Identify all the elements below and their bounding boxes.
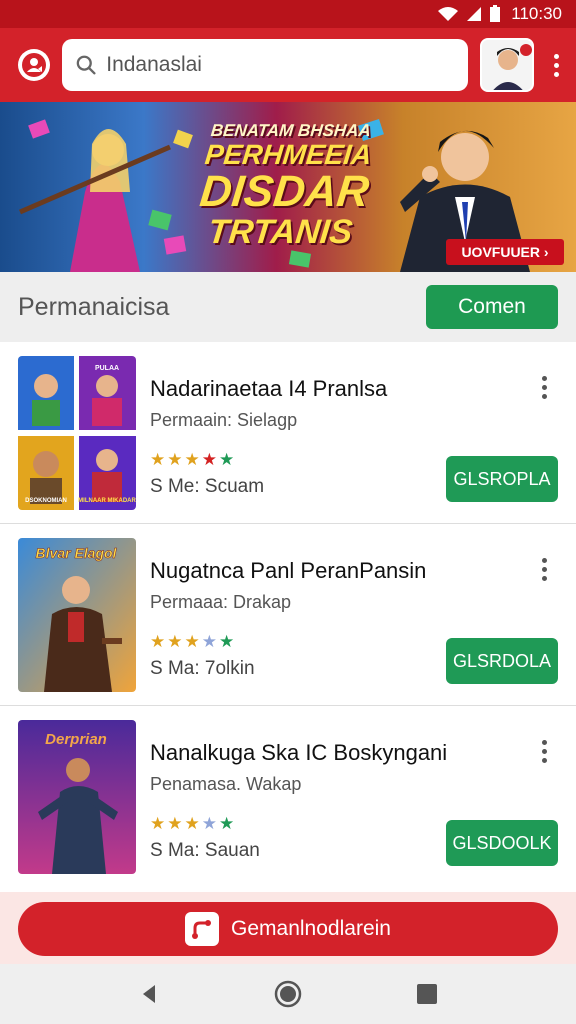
banner-line4: TRTANIS	[206, 213, 355, 252]
home-icon[interactable]	[268, 974, 308, 1014]
status-bar: 110:30	[0, 0, 576, 28]
thumb-label: DSOKNOMIAN	[25, 498, 67, 504]
system-nav-bar	[0, 964, 576, 1024]
bottom-cta-button[interactable]: Gemanlnodlarein	[18, 902, 558, 956]
wifi-icon	[438, 7, 459, 21]
item-meta: S Me: Scuam	[150, 476, 265, 497]
battery-icon	[490, 5, 501, 22]
item-action-button[interactable]: GLSDOOLK	[446, 820, 558, 866]
status-icons	[437, 5, 501, 23]
search-input[interactable]	[106, 53, 454, 77]
more-vert-icon[interactable]	[546, 45, 566, 85]
item-more-icon[interactable]	[536, 554, 552, 584]
star-icon: ★	[219, 450, 235, 469]
thumb-label: PULAA	[95, 365, 119, 372]
search-icon	[76, 55, 96, 75]
star-icon: ★	[184, 450, 200, 469]
search-bar[interactable]	[62, 39, 468, 91]
star-icon: ★	[150, 632, 166, 651]
rating-stars: ★ ★ ★ ★ ★	[150, 450, 234, 470]
item-more-icon[interactable]	[536, 736, 552, 766]
app-bar	[0, 28, 576, 102]
game-thumbnail: Derprian	[18, 720, 136, 874]
list-item[interactable]: Derprian Nanalkuga Ska IC Boskyngani Pen…	[0, 706, 576, 888]
banner-line1: BENATAM BHSHAA	[209, 121, 372, 140]
game-thumbnail: Blvar Elagol	[18, 538, 136, 692]
item-title: Nugatnca Panl PeranPansin	[150, 558, 427, 583]
item-action-button[interactable]: GLSRDOLA	[446, 638, 558, 684]
star-icon: ★	[184, 814, 200, 833]
thumb-label: Blvar Elagol	[36, 545, 118, 561]
signal-icon	[467, 7, 482, 21]
game-thumbnail-collage: PULAA DSOKNOMIAN MILNAAR MIKADAR	[18, 356, 136, 510]
banner-cta-button[interactable]: UOVFUUER ›	[446, 239, 564, 265]
item-subtitle: Penamasa. Wakap	[150, 774, 302, 794]
item-meta: S Ma: Sauan	[150, 840, 260, 861]
bottom-cta-strip: Gemanlnodlarein	[0, 892, 576, 964]
item-action-button[interactable]: GLSROPLA	[446, 456, 558, 502]
star-icon: ★	[150, 450, 166, 469]
recents-icon[interactable]	[407, 974, 447, 1014]
star-icon: ★	[201, 632, 217, 651]
rating-stars: ★ ★ ★ ★ ★	[150, 814, 234, 834]
star-icon: ★	[219, 814, 235, 833]
back-icon[interactable]	[129, 974, 169, 1014]
section-title: Permanaicisa	[18, 292, 170, 321]
star-icon: ★	[150, 814, 166, 833]
rating-stars: ★ ★ ★ ★ ★	[150, 632, 234, 652]
star-icon: ★	[219, 632, 235, 651]
comen-button[interactable]: Comen	[426, 285, 558, 329]
list-item[interactable]: PULAA DSOKNOMIAN MILNAAR MIKADAR Nadarin…	[0, 342, 576, 524]
star-icon: ★	[167, 632, 183, 651]
star-icon: ★	[201, 814, 217, 833]
banner-line2: PERHMEEIA	[203, 138, 374, 170]
banner-title: BENATAM BHSHAA PERHMEEIA DISDAR TRTANIS	[178, 121, 392, 252]
item-title: Nanalkuga Ska IC Boskyngani	[150, 740, 448, 765]
route-icon	[185, 912, 220, 946]
section-header: Permanaicisa Comen	[0, 272, 576, 342]
item-meta: S Ma: 7olkin	[150, 658, 255, 679]
item-subtitle: Permaain: Sielagp	[150, 410, 298, 430]
star-icon: ★	[167, 814, 183, 833]
item-title: Nadarinaetaa I4 Pranlsa	[150, 376, 388, 401]
banner-line3: DISDAR	[197, 167, 372, 217]
thumb-label: Derprian	[45, 731, 107, 748]
bottom-cta-label: Gemanlnodlarein	[231, 917, 391, 940]
item-subtitle: Permaaa: Drakap	[150, 592, 292, 612]
status-time: 110:30	[511, 4, 562, 23]
item-more-icon[interactable]	[536, 372, 552, 402]
star-icon: ★	[201, 450, 217, 469]
list-item[interactable]: Blvar Elagol Nugatnca Panl PeranPansin P…	[0, 524, 576, 706]
user-location-icon[interactable]	[18, 49, 50, 81]
game-list: PULAA DSOKNOMIAN MILNAAR MIKADAR Nadarin…	[0, 342, 576, 892]
thumb-label: MILNAAR MIKADAR	[78, 498, 136, 504]
avatar[interactable]	[480, 38, 534, 92]
star-icon: ★	[167, 450, 183, 469]
star-icon: ★	[184, 632, 200, 651]
